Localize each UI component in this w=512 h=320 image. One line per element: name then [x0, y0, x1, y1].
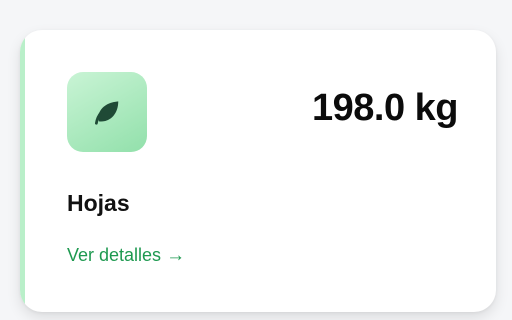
- category-icon-tile: [67, 72, 147, 152]
- view-details-link[interactable]: Ver detalles →: [67, 245, 185, 267]
- arrow-right-icon: →: [166, 245, 186, 267]
- waste-category-card: 198.0 kg Hojas Ver detalles →: [20, 30, 496, 312]
- category-label: Hojas: [67, 190, 130, 216]
- leaf-icon: [92, 97, 122, 127]
- card-accent-bar: [20, 30, 25, 312]
- weight-value: 198.0 kg: [312, 87, 459, 129]
- view-details-label: Ver detalles: [67, 245, 162, 265]
